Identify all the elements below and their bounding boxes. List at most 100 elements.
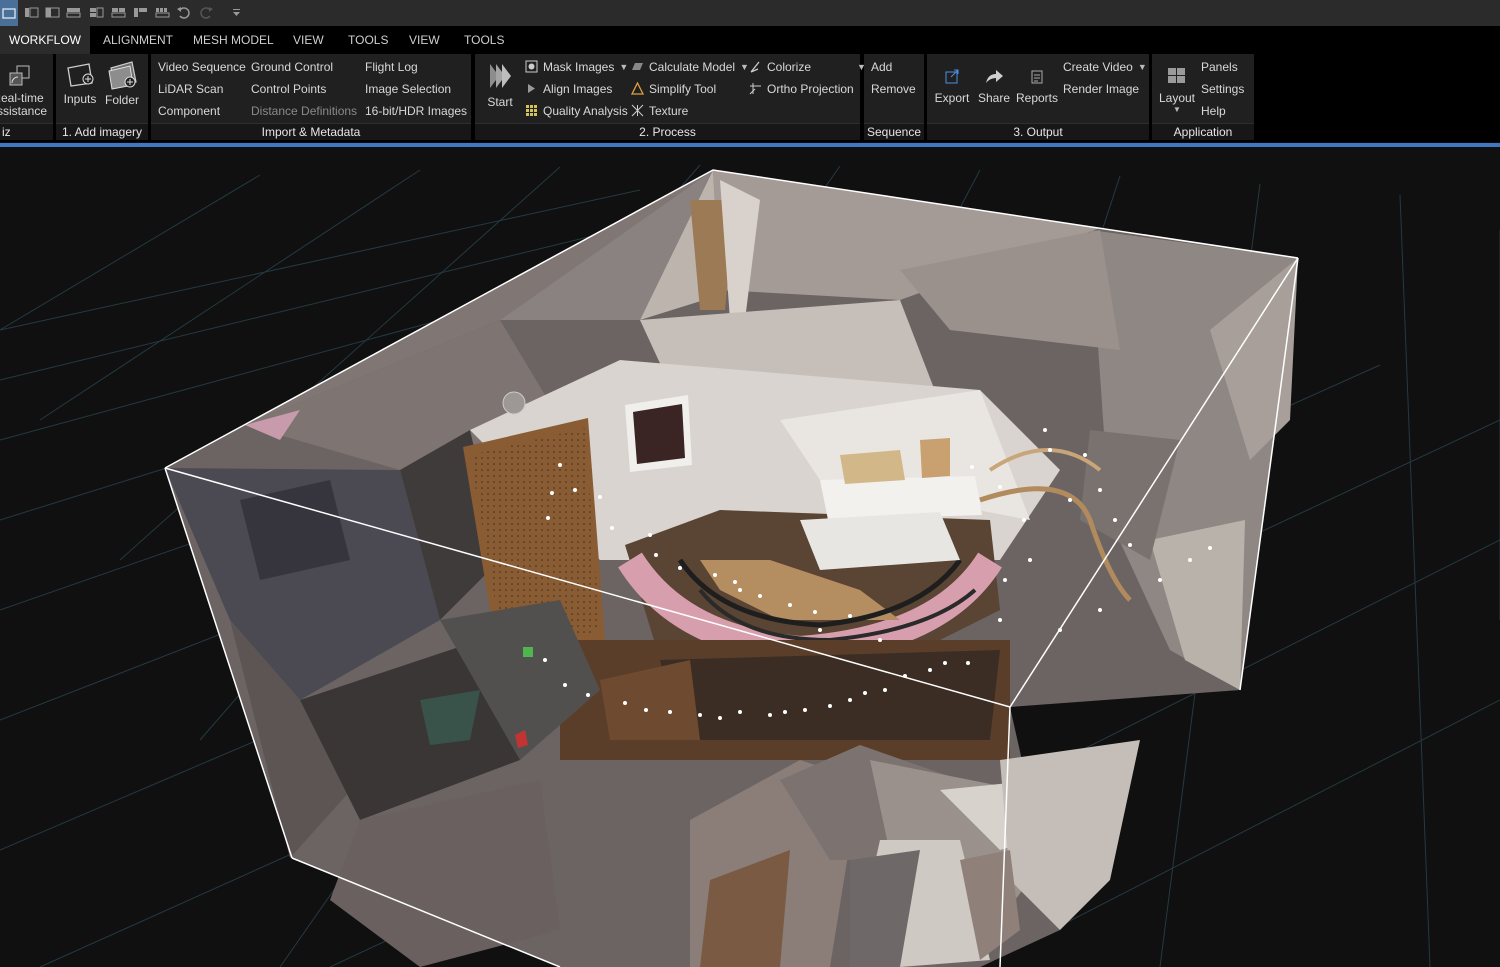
lidar-scan-button[interactable]: LiDAR Scan	[158, 81, 223, 97]
help-button[interactable]: Help	[1201, 103, 1226, 119]
settings-button[interactable]: Settings	[1201, 81, 1244, 97]
align-icon	[528, 84, 535, 93]
undo-icon[interactable]	[176, 5, 191, 20]
scene-canvas[interactable]	[0, 147, 1500, 967]
layout-2-icon[interactable]	[24, 5, 39, 20]
export-icon	[945, 69, 959, 84]
tab-tools-2[interactable]: TOOLS	[456, 26, 512, 54]
quality-analysis-icon	[526, 105, 537, 116]
start-label: Start	[487, 95, 513, 109]
layout-4-icon[interactable]	[66, 5, 81, 20]
group-output: Export Share Reports Create Video ▼ Rende…	[927, 54, 1149, 140]
ground-control-button[interactable]: Ground Control	[251, 59, 333, 75]
distance-definitions-button[interactable]: Distance Definitions	[251, 103, 357, 119]
layout-label: Layout	[1158, 91, 1196, 105]
chevron-down-icon[interactable]: ▼	[1156, 105, 1198, 115]
layout-6-icon[interactable]	[111, 5, 126, 20]
inputs-button[interactable]: Inputs	[60, 61, 100, 106]
video-sequence-button[interactable]: Video Sequence	[158, 59, 246, 75]
simplify-tool-label: Simplify Tool	[649, 82, 717, 96]
layout-button[interactable]: Layout ▼	[1156, 64, 1198, 115]
ortho-projection-button[interactable]: Ortho Projection	[749, 81, 854, 97]
layout-8-icon[interactable]	[155, 5, 170, 20]
tab-view-2[interactable]: VIEW	[401, 26, 448, 54]
create-video-button[interactable]: Create Video ▼	[1063, 59, 1147, 75]
group-application: Layout ▼ Panels Settings Help Applicatio…	[1152, 54, 1254, 140]
group-label-sequence: Sequence	[864, 123, 924, 140]
mask-images-label: Mask Images	[543, 60, 615, 74]
group-label-application: Application	[1152, 123, 1254, 140]
tab-mesh-model[interactable]: MESH MODEL	[185, 26, 282, 54]
texture-label: Texture	[649, 104, 689, 118]
layout-1-icon[interactable]	[0, 0, 18, 26]
share-icon	[986, 70, 1003, 83]
sequence-remove-button[interactable]: Remove	[871, 81, 916, 97]
reports-label: Reports	[1015, 91, 1059, 105]
3d-viewport[interactable]	[0, 147, 1500, 967]
group-sequence: Add Remove Sequence	[864, 54, 924, 140]
flight-log-button[interactable]: Flight Log	[365, 59, 418, 75]
align-images-button[interactable]: Align Images	[525, 81, 612, 97]
redo-icon[interactable]	[199, 5, 214, 20]
inputs-icon	[67, 63, 94, 87]
chevron-down-icon[interactable]: ▼	[740, 59, 749, 75]
folder-button[interactable]: Folder	[102, 60, 142, 107]
colorize-label: Colorize	[767, 60, 812, 74]
folder-label: Folder	[104, 93, 139, 107]
export-button[interactable]: Export	[931, 66, 973, 105]
ribbon-tab-bar: WORKFLOW ALIGNMENT MESH MODEL VIEW TOOLS…	[0, 26, 1500, 54]
image-selection-button[interactable]: Image Selection	[365, 81, 451, 97]
control-points-button[interactable]: Control Points	[251, 81, 326, 97]
start-button[interactable]: Start	[483, 60, 517, 109]
tab-tools[interactable]: TOOLS	[340, 26, 396, 54]
layout-5-icon[interactable]	[89, 5, 104, 20]
quality-analysis-label: Quality Analysis	[543, 104, 628, 118]
tab-workflow[interactable]: WORKFLOW	[0, 26, 90, 54]
texture-icon	[631, 104, 644, 117]
share-button[interactable]: Share	[973, 66, 1015, 105]
simplify-tool-icon	[631, 82, 644, 95]
customize-dropdown-icon[interactable]	[229, 5, 244, 20]
mask-images-button[interactable]: Mask Images ▼	[525, 59, 628, 75]
quality-analysis-button[interactable]: Quality Analysis	[525, 103, 628, 119]
start-icon	[490, 64, 511, 88]
mask-icon	[525, 60, 538, 73]
ortho-projection-icon	[749, 83, 761, 95]
create-video-label: Create Video	[1063, 60, 1133, 74]
realtime-assistance-label: Real-timeAssistance	[0, 91, 48, 118]
layout-icon	[1168, 68, 1185, 83]
component-button[interactable]: Component	[158, 103, 220, 119]
render-image-button[interactable]: Render Image	[1063, 81, 1139, 97]
reports-button[interactable]: Reports	[1015, 66, 1059, 105]
sequence-add-button[interactable]: Add	[871, 59, 892, 75]
reports-icon	[1031, 70, 1043, 84]
texture-button[interactable]: Texture	[631, 103, 688, 119]
group-import-metadata: Video Sequence LiDAR Scan Component Grou…	[151, 54, 471, 140]
group-process: Start Mask Images ▼ Align Images Quality …	[475, 54, 866, 140]
ribbon: Real-timeAssistance iz Inputs Folder 1. …	[0, 54, 1500, 142]
chevron-down-icon[interactable]: ▼	[1138, 59, 1147, 75]
group-viz: Real-timeAssistance iz	[0, 54, 53, 140]
realtime-assistance-button[interactable]: Real-timeAssistance	[0, 64, 50, 118]
group-label-viz: iz	[0, 123, 53, 140]
simplify-tool-button[interactable]: Simplify Tool	[631, 81, 716, 97]
realtime-assistance-icon	[9, 65, 30, 86]
panels-button[interactable]: Panels	[1201, 59, 1238, 75]
tab-alignment[interactable]: ALIGNMENT	[95, 26, 181, 54]
tab-view[interactable]: VIEW	[285, 26, 332, 54]
colorize-button[interactable]: Colorize ▼	[749, 59, 866, 75]
share-label: Share	[977, 91, 1011, 105]
calculate-model-label: Calculate Model	[649, 60, 736, 74]
layout-7-icon[interactable]	[133, 5, 148, 20]
colorize-icon	[750, 61, 760, 73]
layout-3-icon[interactable]	[45, 5, 60, 20]
group-label-add-imagery: 1. Add imagery	[56, 123, 148, 140]
group-label-import-metadata: Import & Metadata	[151, 123, 471, 140]
inputs-label: Inputs	[63, 92, 97, 106]
hdr-images-button[interactable]: 16-bit/HDR Images	[365, 103, 467, 119]
calculate-model-button[interactable]: Calculate Model ▼	[631, 59, 749, 75]
export-label: Export	[934, 91, 970, 105]
chevron-down-icon[interactable]: ▼	[619, 59, 628, 75]
calculate-model-icon	[632, 63, 643, 70]
group-label-process: 2. Process	[475, 123, 860, 140]
